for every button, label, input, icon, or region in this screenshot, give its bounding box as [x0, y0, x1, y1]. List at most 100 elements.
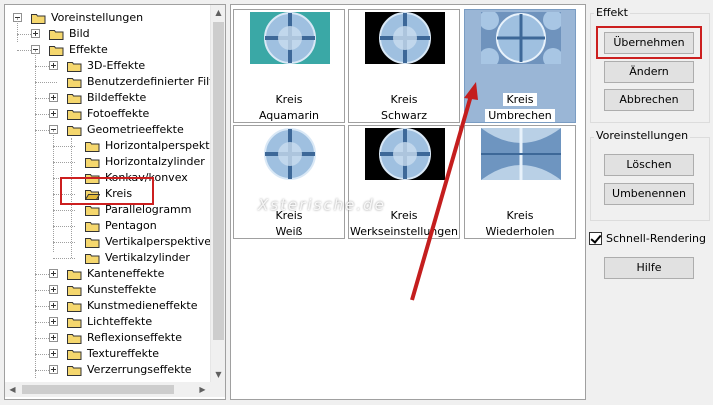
expand-icon[interactable]: [49, 93, 58, 102]
preset-name-line1: Kreis: [465, 92, 575, 108]
tree-item-label: Kunsteffekte: [87, 283, 157, 296]
preset-name-line1-text: Kreis: [503, 93, 537, 106]
preset-name-line2: Aquamarin: [258, 109, 320, 122]
folder-icon: [85, 158, 100, 168]
fast-render-label[interactable]: Schnell-Rendering: [606, 231, 706, 246]
tree-connector: [35, 354, 49, 355]
preset-name-line2: Wiederholen: [485, 225, 555, 238]
preset-name-line2: Weiß: [275, 225, 303, 238]
folder-icon: [67, 286, 82, 296]
preset-name-line2-text: Umbrechen: [485, 109, 555, 122]
expand-icon[interactable]: [49, 61, 58, 70]
tree-item-label: Vertikalperspektive: [105, 235, 212, 248]
tree-item-label: Horizontalzylinder: [105, 155, 205, 168]
tree-connector: [35, 322, 49, 323]
scroll-down-icon[interactable]: ▼: [211, 367, 225, 382]
tree-item-label: Verzerrungseffekte: [87, 363, 192, 376]
expand-icon[interactable]: [49, 285, 58, 294]
tree-connector: [35, 338, 49, 339]
folder-icon: [67, 126, 82, 136]
scroll-left-icon[interactable]: ◀: [5, 382, 20, 397]
tree-item-label: Bild: [69, 27, 90, 40]
cancel-button[interactable]: Abbrechen: [604, 89, 694, 111]
folder-icon: [85, 206, 100, 216]
tree-connector: [17, 50, 31, 51]
expand-icon[interactable]: [49, 317, 58, 326]
voreinstellungen-group: [590, 137, 710, 221]
scroll-up-icon[interactable]: ▲: [211, 5, 225, 20]
preset-name-line1: Kreis: [506, 209, 534, 222]
folder-icon: [67, 62, 82, 72]
preset-thumbnail: [365, 12, 445, 64]
tree-item-label: Textureffekte: [87, 347, 160, 360]
folder-icon: [67, 366, 82, 376]
folder-icon: [85, 254, 100, 264]
tree-item-label: Kunstmedieneffekte: [87, 299, 198, 312]
folder-icon: [67, 78, 82, 88]
tree-item-label: Reflexionseffekte: [87, 331, 182, 344]
preset-cell[interactable]: Kreis Weiß: [233, 125, 345, 239]
preset-cell[interactable]: Kreis Aquamarin: [233, 9, 345, 123]
tree-item-label: Fotoeffekte: [87, 107, 150, 120]
fast-render-checkbox[interactable]: [589, 232, 602, 245]
kreis-highlight-box: [60, 177, 154, 205]
preset-cell[interactable]: Kreis Wiederholen: [464, 125, 576, 239]
expand-icon[interactable]: [49, 301, 58, 310]
tree-connector: [35, 130, 49, 131]
tree-connector: [35, 274, 49, 275]
rename-preset-button[interactable]: Umbenennen: [604, 183, 694, 205]
folder-icon: [67, 350, 82, 360]
change-button[interactable]: Ändern: [604, 61, 694, 83]
tree-connector: [53, 130, 54, 252]
expand-icon[interactable]: [49, 365, 58, 374]
apply-highlight-box: [596, 26, 702, 59]
tree-item-label: Horizontalperspekt: [105, 139, 210, 152]
folder-icon: [67, 334, 82, 344]
expand-icon[interactable]: [31, 29, 40, 38]
tree-connector: [17, 34, 31, 35]
folder-icon: [49, 46, 64, 56]
expand-icon[interactable]: [49, 109, 58, 118]
preset-thumbnail: [250, 12, 330, 64]
tree-connector: [35, 114, 49, 115]
folder-icon: [49, 30, 64, 40]
tree-connector: [17, 18, 18, 42]
tree-item-label: Benutzerdefinierter Filt: [87, 75, 214, 88]
tree-vertical-scroll-thumb[interactable]: [213, 22, 224, 340]
folder-icon: [67, 318, 82, 328]
effekt-group-title: Effekt: [594, 6, 630, 20]
preset-thumbnail: [481, 128, 561, 180]
tree-connector: [35, 66, 49, 67]
tree-horizontal-scroll-thumb[interactable]: [22, 385, 174, 394]
folder-icon: [85, 222, 100, 232]
tree-item-label: Geometrieeffekte: [87, 123, 184, 136]
tree-item-label: Voreinstellungen: [51, 11, 144, 24]
tree-horizontal-scrollbar[interactable]: ◀ ▶: [5, 382, 210, 397]
tree-connector: [35, 82, 57, 83]
expand-icon[interactable]: [49, 349, 58, 358]
tree-item-label: Bildeffekte: [87, 91, 147, 104]
tree-item[interactable]: Voreinstellungen: [5, 10, 210, 26]
scroll-right-icon[interactable]: ▶: [195, 382, 210, 397]
tree-connector: [35, 50, 36, 378]
tree-item-label: Kanteneffekte: [87, 267, 165, 280]
tree-item[interactable]: Bild: [5, 26, 210, 42]
tree-connector: [35, 370, 49, 371]
expand-icon[interactable]: [49, 269, 58, 278]
delete-preset-button[interactable]: Löschen: [604, 154, 694, 176]
folder-icon: [67, 94, 82, 104]
folder-icon: [31, 14, 46, 24]
watermark: Xsterische.de: [258, 196, 386, 214]
tree-item-label: Effekte: [69, 43, 108, 56]
folder-icon: [67, 302, 82, 312]
red-arrow: [410, 82, 478, 301]
expand-icon[interactable]: [49, 333, 58, 342]
help-button[interactable]: Hilfe: [604, 257, 694, 279]
preset-cell[interactable]: Kreis Umbrechen: [464, 9, 576, 123]
tree-item-label: Pentagon: [105, 219, 157, 232]
preset-thumbnail: [250, 128, 330, 180]
tree-connector: [35, 290, 49, 291]
tree-item-label: 3D-Effekte: [87, 59, 146, 72]
preset-name-line1: Kreis: [275, 93, 303, 106]
tree-vertical-scrollbar[interactable]: ▲ ▼: [210, 5, 225, 382]
